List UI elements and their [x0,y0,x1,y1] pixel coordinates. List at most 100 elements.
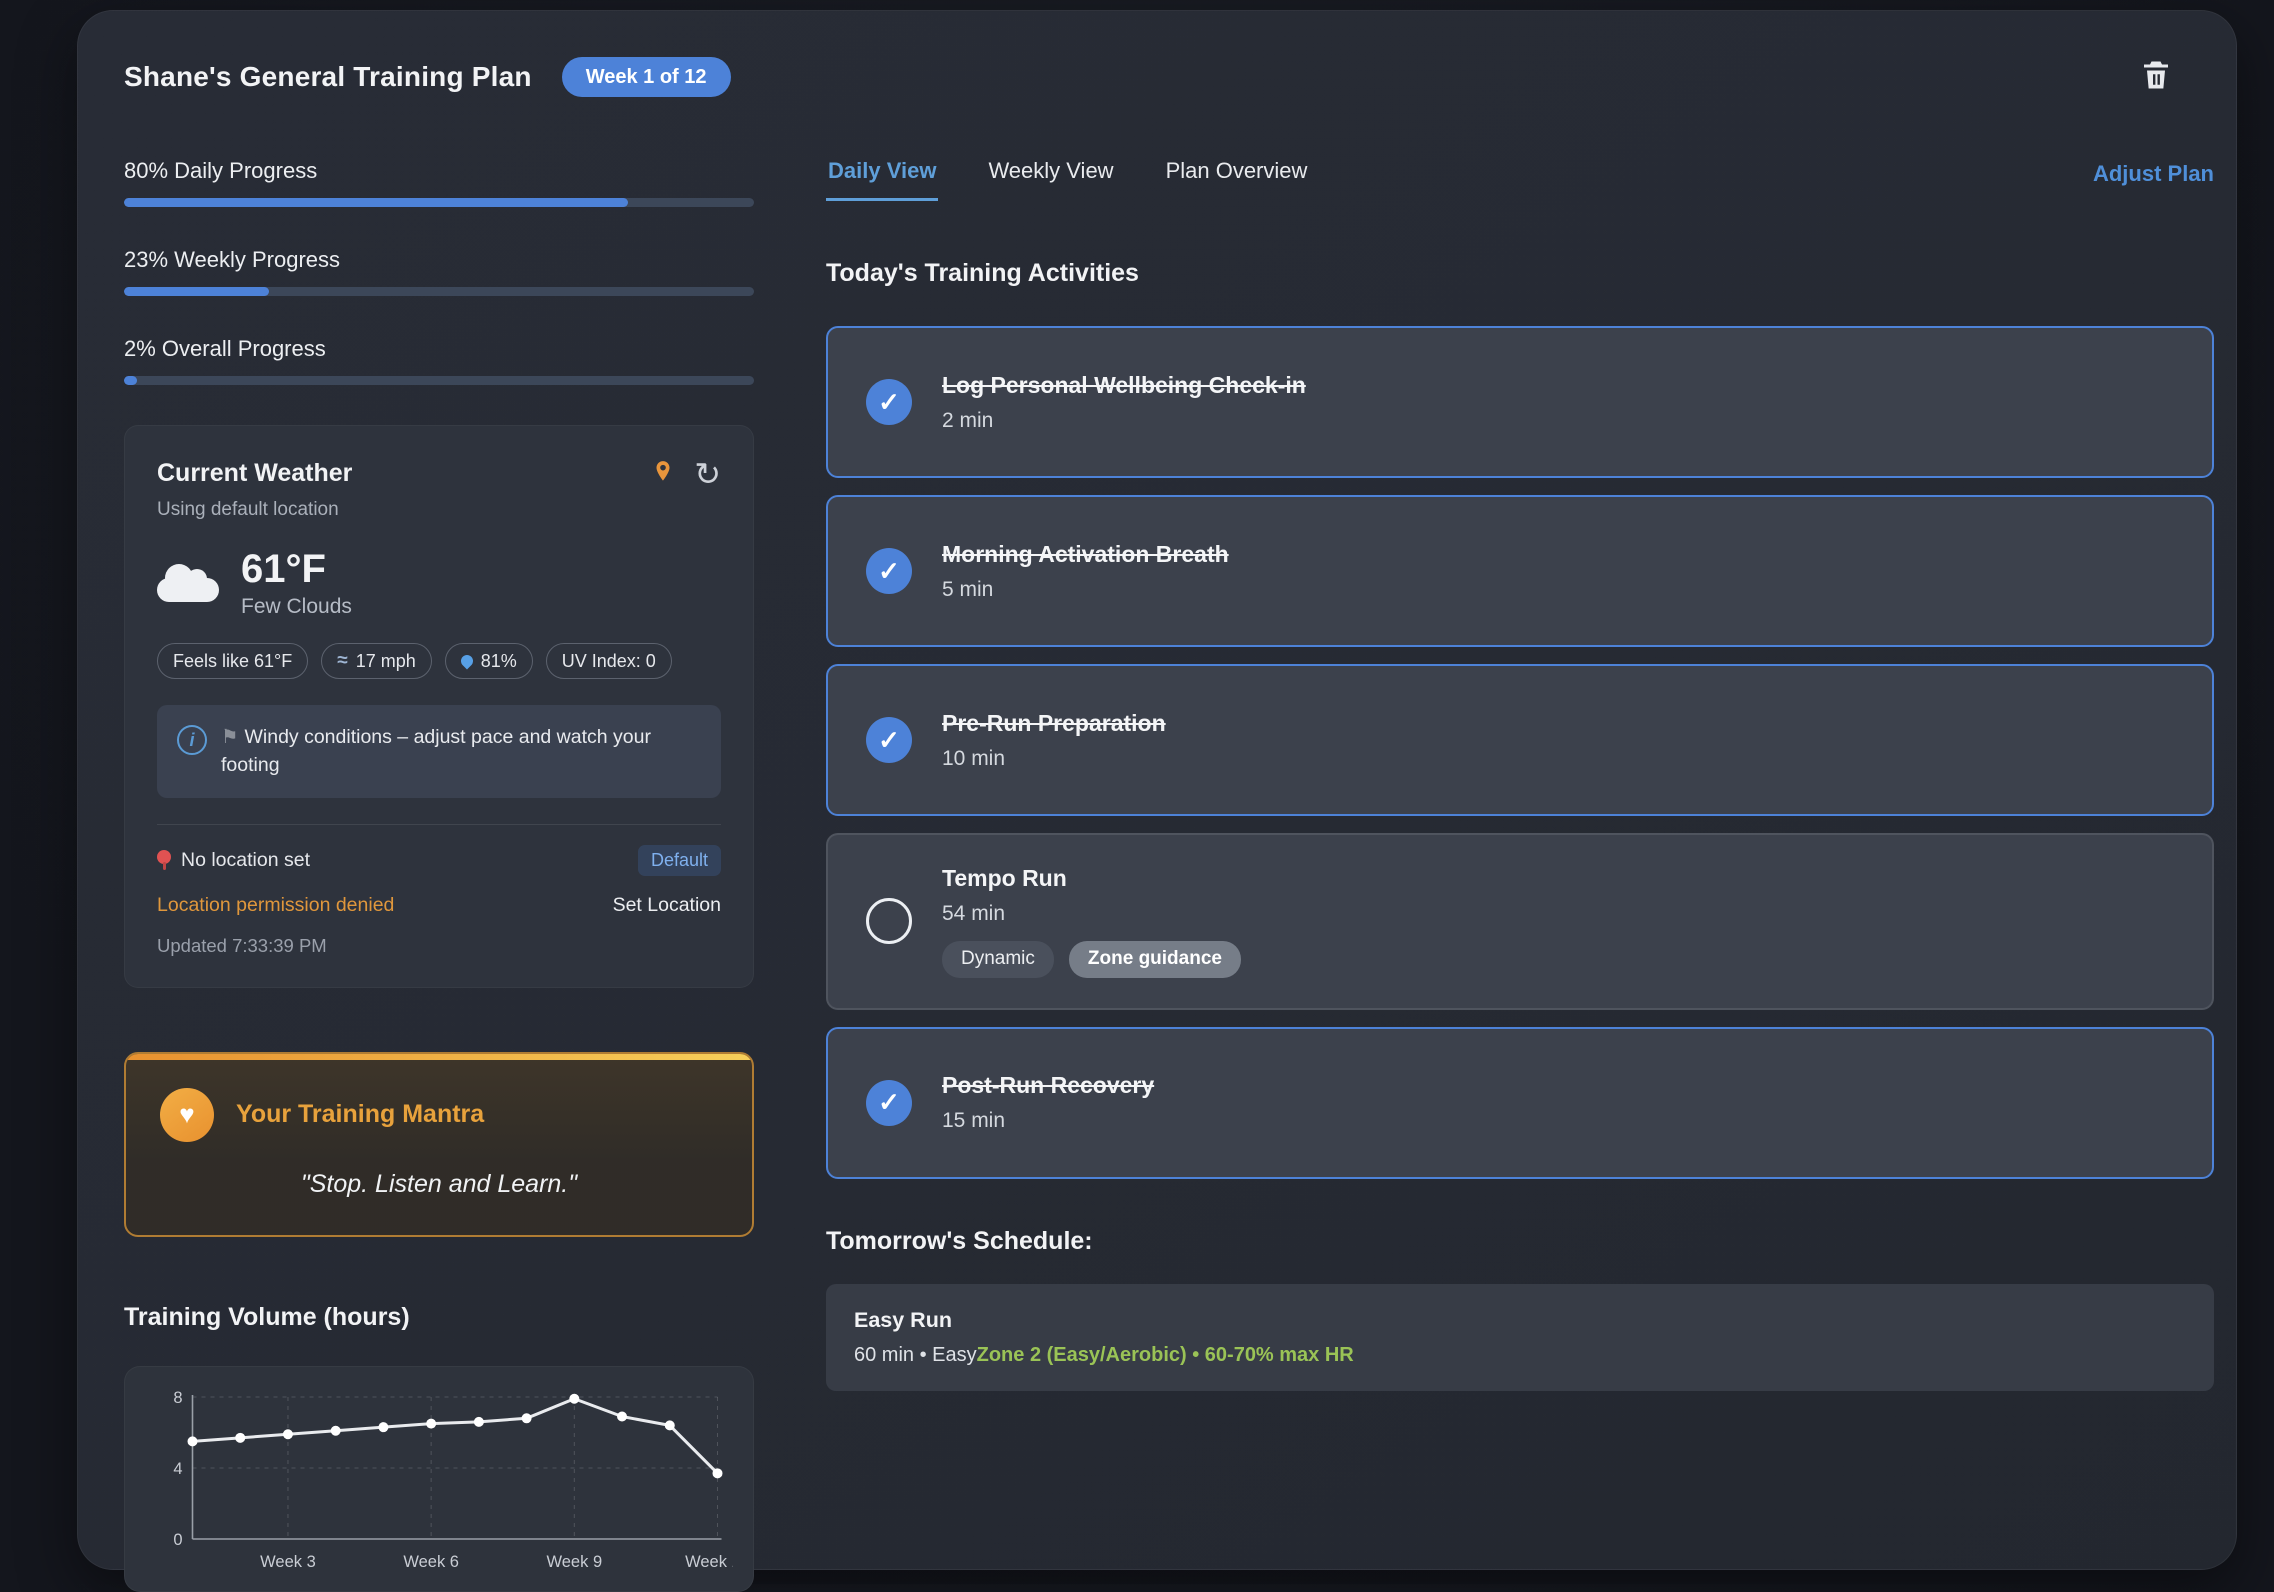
weekly-progress-fill [124,287,269,296]
activity-name: Morning Activation Breath [942,541,1229,568]
sidebar: 80% Daily Progress 23% Weekly Progress 2… [124,158,754,1592]
humidity-icon [458,653,475,670]
activity-name: Log Personal Wellbeing Check-in [942,372,1306,399]
temperature-value: 61°F [241,547,352,591]
info-icon: i [177,725,207,755]
activity-duration: 2 min [942,409,1306,433]
tab-plan-overview[interactable]: Plan Overview [1164,158,1310,201]
activity-card-post-run[interactable]: ✓ Post-Run Recovery 15 min [826,1027,2214,1179]
mantra-card: ♥ Your Training Mantra "Stop. Listen and… [124,1052,754,1237]
location-pin-icon [650,456,676,491]
refresh-weather-button[interactable]: ↻ [694,458,721,490]
overall-progress: 2% Overall Progress [124,336,754,385]
workout-zone: Zone 2 (Easy/Aerobic) • 60-70% max HR [977,1344,1354,1366]
uv-label: UV Index: 0 [562,651,656,672]
uv-pill: UV Index: 0 [546,643,672,679]
checkbox-checked-icon[interactable]: ✓ [866,379,912,425]
checkbox-unchecked-icon[interactable] [866,898,912,944]
activity-card-activation-breath[interactable]: ✓ Morning Activation Breath 5 min [826,495,2214,647]
main-content: Daily View Weekly View Plan Overview Adj… [826,158,2220,1592]
header: Shane's General Training Plan Week 1 of … [124,51,2220,102]
week-badge: Week 1 of 12 [562,57,731,97]
set-location-button[interactable]: Set Location [613,894,721,917]
weather-alert: i ⚑Windy conditions – adjust pace and wa… [157,705,721,798]
weekly-progress-label: 23% Weekly Progress [124,247,754,273]
tomorrow-workout-card[interactable]: Easy Run 60 min • EasyZone 2 (Easy/Aerob… [826,1284,2214,1391]
default-location-badge: Default [638,845,721,876]
mantra-quote: "Stop. Listen and Learn." [160,1170,718,1199]
activity-duration: 5 min [942,578,1229,602]
weekly-progress: 23% Weekly Progress [124,247,754,296]
dynamic-tag: Dynamic [942,941,1054,978]
view-tabs: Daily View Weekly View Plan Overview Adj… [826,158,2214,201]
daily-progress: 80% Daily Progress [124,158,754,207]
zone-guidance-tag: Zone guidance [1069,941,1241,978]
overall-progress-label: 2% Overall Progress [124,336,754,362]
mantra-accent-stripe [126,1054,752,1060]
wind-icon: ≈ [337,650,347,672]
volume-line-chart: Week 3 Week 6 Week 9 Week 12 0 4 8 [145,1385,733,1580]
pushpin-icon [157,850,171,864]
activity-name: Pre-Run Preparation [942,710,1166,737]
svg-text:Week 12: Week 12 [685,1553,733,1571]
weather-card: Current Weather ↻ Using default location [124,425,754,988]
heart-icon: ♥ [160,1088,214,1142]
alert-text: Windy conditions – adjust pace and watch… [221,726,651,776]
activity-duration: 54 min [942,902,1241,926]
tab-daily-view[interactable]: Daily View [826,158,938,201]
svg-text:4: 4 [173,1460,182,1478]
training-plan-panel: Shane's General Training Plan Week 1 of … [77,10,2237,1570]
flag-icon: ⚑ [221,726,238,748]
wind-pill: ≈ 17 mph [321,643,431,679]
tomorrow-schedule-title: Tomorrow's Schedule: [826,1227,2214,1256]
feels-like-label: Feels like 61°F [173,651,292,672]
feels-like-pill: Feels like 61°F [157,643,308,679]
set-location-pin-button[interactable] [650,456,676,491]
svg-text:0: 0 [173,1531,182,1549]
activity-card-wellbeing[interactable]: ✓ Log Personal Wellbeing Check-in 2 min [826,326,2214,478]
activity-card-pre-run[interactable]: ✓ Pre-Run Preparation 10 min [826,664,2214,816]
delete-plan-button[interactable] [2132,51,2180,102]
mantra-title: Your Training Mantra [236,1100,484,1129]
svg-text:Week 6: Week 6 [403,1553,459,1571]
location-permission-note: Location permission denied [157,894,394,917]
humidity-pill: 81% [445,643,533,679]
checkbox-checked-icon[interactable]: ✓ [866,1080,912,1126]
daily-progress-fill [124,198,628,207]
weather-stats: Feels like 61°F ≈ 17 mph 81% UV Index: 0 [157,643,721,679]
location-status: No location set [181,849,310,872]
activity-name: Post-Run Recovery [942,1072,1154,1099]
cloud-icon [157,578,219,602]
activity-duration: 15 min [942,1109,1154,1133]
workout-detail: 60 min • Easy [854,1344,977,1366]
svg-text:8: 8 [173,1389,182,1407]
activity-name: Tempo Run [942,865,1241,892]
daily-progress-bar [124,198,754,207]
volume-section-title: Training Volume (hours) [124,1303,754,1332]
tab-weekly-view[interactable]: Weekly View [986,158,1115,201]
daily-progress-label: 80% Daily Progress [124,158,754,184]
humidity-label: 81% [481,651,517,672]
weather-subtitle: Using default location [157,499,721,521]
weather-condition: Few Clouds [241,595,352,619]
wind-label: 17 mph [356,651,416,672]
svg-text:Week 3: Week 3 [260,1553,316,1571]
weekly-progress-bar [124,287,754,296]
volume-chart-card: Week 3 Week 6 Week 9 Week 12 0 4 8 [124,1366,754,1592]
weather-updated-timestamp: Updated 7:33:39 PM [157,935,721,957]
activity-card-tempo-run[interactable]: Tempo Run 54 min Dynamic Zone guidance [826,833,2214,1010]
svg-text:Week 9: Week 9 [546,1553,602,1571]
activity-duration: 10 min [942,747,1166,771]
adjust-plan-button[interactable]: Adjust Plan [2093,161,2214,201]
weather-title: Current Weather [157,459,352,488]
activity-list: ✓ Log Personal Wellbeing Check-in 2 min … [826,326,2214,1179]
checkbox-checked-icon[interactable]: ✓ [866,717,912,763]
workout-name: Easy Run [854,1308,2186,1333]
overall-progress-bar [124,376,754,385]
overall-progress-fill [124,376,137,385]
page-title: Shane's General Training Plan [124,61,532,93]
checkbox-checked-icon[interactable]: ✓ [866,548,912,594]
refresh-icon: ↻ [694,458,721,490]
divider [157,824,721,825]
today-activities-title: Today's Training Activities [826,259,2214,288]
